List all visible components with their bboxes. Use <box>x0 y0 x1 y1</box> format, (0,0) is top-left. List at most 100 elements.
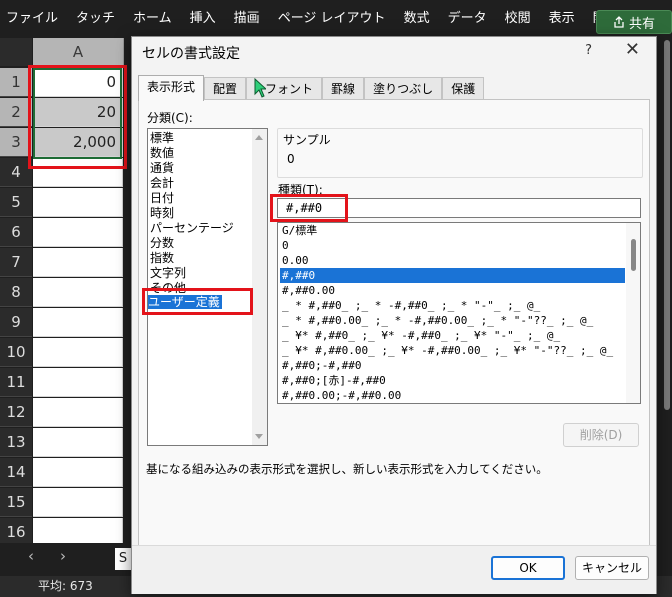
format-item-selected[interactable]: #,##0 <box>280 268 625 283</box>
format-item[interactable]: #,##0.00 <box>280 283 625 298</box>
cell-a9[interactable] <box>33 308 123 337</box>
row-header[interactable]: 11 <box>0 368 32 397</box>
tab-page-layout[interactable]: ページ レイアウト <box>269 0 395 38</box>
row-header[interactable]: 6 <box>0 218 32 247</box>
row-header[interactable]: 3 <box>0 128 32 157</box>
share-icon <box>614 16 624 28</box>
cell-a6[interactable] <box>33 218 123 247</box>
cell-a4[interactable] <box>33 158 123 187</box>
tab-file[interactable]: ファイル <box>0 0 67 38</box>
close-icon[interactable]: ✕ <box>625 39 640 60</box>
row-header[interactable]: 2 <box>0 98 32 127</box>
tab-data[interactable]: データ <box>439 0 496 38</box>
category-item-selected[interactable]: ユーザー定義 <box>148 295 222 309</box>
row-header[interactable]: 13 <box>0 428 32 457</box>
tab-formulas[interactable]: 数式 <box>395 0 439 38</box>
tab-fill[interactable]: 塗りつぶし <box>364 77 443 100</box>
column-header-a[interactable]: A <box>33 38 124 66</box>
category-scrollbar[interactable] <box>252 129 267 445</box>
category-item[interactable]: 時刻 <box>150 206 174 220</box>
row-header[interactable]: 7 <box>0 248 32 277</box>
sample-value: 0 <box>287 152 295 166</box>
row-header[interactable]: 15 <box>0 488 32 517</box>
row-header[interactable]: 1 <box>0 68 32 97</box>
format-item[interactable]: _ * #,##0.00_ ;_ * -#,##0.00_ ;_ * "-"??… <box>280 313 625 328</box>
format-item[interactable]: #,##0;-#,##0 <box>280 358 625 373</box>
tab-number-format[interactable]: 表示形式 <box>138 75 205 101</box>
format-scroll-thumb[interactable] <box>631 239 636 271</box>
sheet-navigation: ‹ › <box>0 543 130 573</box>
format-item[interactable]: #,##0;[赤]-#,##0 <box>280 373 625 388</box>
row-header[interactable]: 8 <box>0 278 32 307</box>
dialog-tabs: 表示形式 配置 フォント 罫線 塗りつぶし 保護 <box>138 75 485 101</box>
sheet-vertical-scrollbar[interactable] <box>664 40 670 410</box>
category-item[interactable]: 会計 <box>150 176 174 190</box>
cell-a8[interactable] <box>33 278 123 307</box>
category-item[interactable]: パーセンテージ <box>150 221 234 235</box>
row-header[interactable]: 14 <box>0 458 32 487</box>
tab-review[interactable]: 校閲 <box>496 0 540 38</box>
category-item[interactable]: 文字列 <box>150 266 186 280</box>
scroll-down-icon[interactable] <box>255 434 263 439</box>
category-item[interactable]: 通貨 <box>150 161 174 175</box>
tab-touch[interactable]: タッチ <box>67 0 124 38</box>
help-button[interactable]: ? <box>585 43 592 58</box>
category-item[interactable]: 指数 <box>150 251 174 265</box>
tab-insert[interactable]: 挿入 <box>181 0 225 38</box>
format-list[interactable]: G/標準 0 0.00 #,##0 #,##0.00 _ * #,##0_ ;_… <box>277 222 641 404</box>
row-header[interactable]: 12 <box>0 398 32 427</box>
tab-alignment[interactable]: 配置 <box>204 77 247 100</box>
category-item[interactable]: 分数 <box>150 236 174 250</box>
tab-home[interactable]: ホーム <box>124 0 181 38</box>
format-item[interactable]: #,##0.00;-#,##0.00 <box>280 388 625 403</box>
format-item[interactable]: G/標準 <box>280 223 625 238</box>
share-button[interactable]: 共有 <box>596 10 672 34</box>
format-scrollbar[interactable] <box>626 223 640 403</box>
category-label: 分類(C): <box>147 111 193 125</box>
cell-a5[interactable] <box>33 188 123 217</box>
cell-a13[interactable] <box>33 428 123 457</box>
mouse-cursor-icon <box>254 78 266 98</box>
row-header[interactable]: 5 <box>0 188 32 217</box>
tab-view[interactable]: 表示 <box>540 0 584 38</box>
prev-sheet-icon[interactable]: ‹ <box>28 547 34 565</box>
sheet-tab[interactable]: S <box>115 548 131 570</box>
cell-a1[interactable]: 0 <box>33 68 123 97</box>
next-sheet-icon[interactable]: › <box>60 547 66 565</box>
tab-protection[interactable]: 保護 <box>442 77 485 100</box>
row-header[interactable]: 10 <box>0 338 32 367</box>
row-header[interactable]: 9 <box>0 308 32 337</box>
tab-draw[interactable]: 描画 <box>225 0 269 38</box>
description-text: 基になる組み込みの表示形式を選択し、新しい表示形式を入力してください。 <box>146 462 548 476</box>
cell-a3[interactable]: 2,000 <box>33 128 123 157</box>
type-input[interactable]: #,##0 <box>277 198 641 218</box>
format-item[interactable]: _ * #,##0_ ;_ * -#,##0_ ;_ * "-"_ ;_ @_ <box>280 298 625 313</box>
cancel-button[interactable]: キャンセル <box>575 556 649 580</box>
status-average: 平均: 673 <box>38 579 93 593</box>
cell-a11[interactable] <box>33 368 123 397</box>
cell-a10[interactable] <box>33 338 123 367</box>
row-header[interactable]: 4 <box>0 158 32 187</box>
dialog-title: セルの書式設定 <box>142 46 240 62</box>
tab-border[interactable]: 罫線 <box>322 77 365 100</box>
cell-a7[interactable] <box>33 248 123 277</box>
category-item[interactable]: 標準 <box>150 131 174 145</box>
format-item[interactable]: _ ¥* #,##0.00_ ;_ ¥* -#,##0.00_ ;_ ¥* "-… <box>280 343 625 358</box>
sample-group <box>277 128 643 178</box>
format-item[interactable]: _ ¥* #,##0_ ;_ ¥* -#,##0_ ;_ ¥* "-"_ ;_ … <box>280 328 625 343</box>
cell-a15[interactable] <box>33 488 123 517</box>
select-all-corner[interactable] <box>0 38 32 66</box>
type-label: 種類(T): <box>278 183 323 197</box>
scroll-up-icon[interactable] <box>255 135 263 140</box>
delete-button[interactable]: 削除(D) <box>563 423 639 447</box>
category-item[interactable]: 数値 <box>150 146 174 160</box>
ok-button[interactable]: OK <box>491 556 565 580</box>
category-item[interactable]: 日付 <box>150 191 174 205</box>
cell-a14[interactable] <box>33 458 123 487</box>
category-item[interactable]: その他 <box>150 281 186 295</box>
format-item[interactable]: 0.00 <box>280 253 625 268</box>
format-item[interactable]: 0 <box>280 238 625 253</box>
cell-a12[interactable] <box>33 398 123 427</box>
cell-a2[interactable]: 20 <box>33 98 123 127</box>
category-list[interactable]: 標準 数値 通貨 会計 日付 時刻 パーセンテージ 分数 指数 文字列 その他 … <box>147 128 268 446</box>
